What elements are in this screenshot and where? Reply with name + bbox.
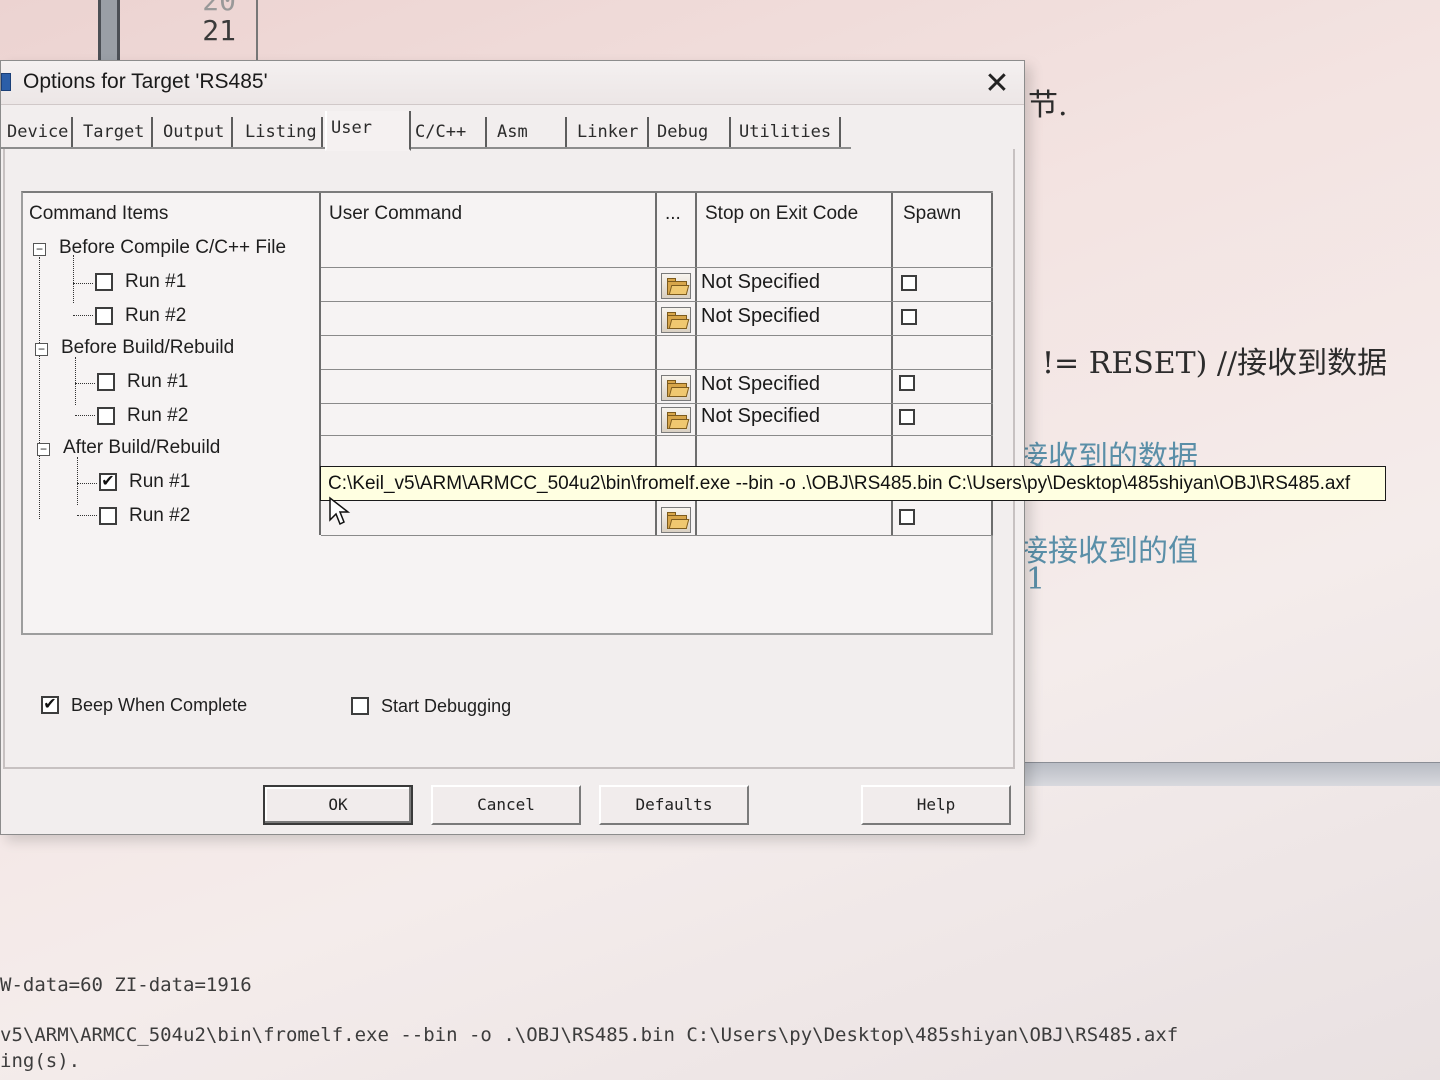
tab-debug[interactable]: Debug: [653, 117, 731, 147]
line-numbers: 20 21: [140, 0, 258, 60]
keil-app-icon: [1, 73, 11, 91]
browse-folder-button[interactable]: [661, 273, 691, 299]
run-checkbox[interactable]: [97, 407, 115, 425]
header-spawn: Spawn: [903, 203, 962, 224]
beep-label[interactable]: Beep When Complete: [71, 695, 247, 716]
code-line[interactable]: != RESET) //接收到数据: [1042, 338, 1387, 382]
start-debugging-checkbox[interactable]: [351, 697, 369, 715]
run-label[interactable]: Run #2: [127, 405, 188, 427]
browse-folder-button[interactable]: [661, 375, 691, 401]
code-line[interactable]: 1: [1026, 562, 1045, 597]
tree-connector: [75, 383, 95, 384]
tree-connector: [77, 515, 97, 516]
tab-user[interactable]: User: [325, 111, 411, 151]
editor-splitter[interactable]: [1010, 762, 1440, 786]
spawn-checkbox[interactable]: [899, 409, 915, 425]
command-grid: Command Items User Command ... Stop on E…: [21, 191, 993, 635]
ok-button[interactable]: OK: [263, 785, 413, 825]
spawn-checkbox[interactable]: [899, 375, 915, 391]
spawn-checkbox[interactable]: [901, 275, 917, 291]
header-stop-on-exit: Stop on Exit Code: [705, 203, 859, 224]
mouse-pointer-icon: [329, 496, 351, 526]
line-number: 21: [202, 14, 236, 47]
header-user-command: User Command: [329, 203, 463, 224]
tab-target[interactable]: Target: [79, 117, 153, 147]
collapse-toggle-icon[interactable]: −: [33, 243, 46, 256]
grid-row-line: [321, 369, 993, 370]
header-browse: ...: [665, 203, 681, 224]
run-label[interactable]: Run #1: [127, 371, 188, 393]
browse-folder-button[interactable]: [661, 407, 691, 433]
tab-cpp[interactable]: C/C++: [411, 117, 487, 147]
exit-code-value[interactable]: Not Specified: [701, 373, 820, 396]
tab-linker[interactable]: Linker: [573, 117, 649, 147]
group-before-compile[interactable]: Before Compile C/C++ File: [59, 237, 286, 259]
run-label[interactable]: Run #2: [129, 505, 190, 527]
tree-connector: [77, 483, 97, 484]
close-button[interactable]: ✕: [980, 67, 1014, 101]
tab-strip: Device Target Output Listing User C/C++ …: [1, 111, 851, 151]
collapse-toggle-icon[interactable]: −: [35, 343, 48, 356]
close-icon: ✕: [984, 67, 1010, 100]
help-button[interactable]: Help: [861, 785, 1011, 825]
tree-connector: [73, 283, 93, 284]
build-output-line: ing(s).: [0, 1050, 81, 1072]
editor-gutter: [98, 0, 120, 60]
tree-connector: [77, 457, 78, 505]
spawn-checkbox[interactable]: [899, 509, 915, 525]
group-after-build[interactable]: After Build/Rebuild: [63, 437, 220, 459]
dialog-title-bar[interactable]: Options for Target 'RS485' ✕: [1, 61, 1024, 105]
tree-connector: [73, 315, 93, 316]
build-output-line: W-data=60 ZI-data=1916: [0, 974, 252, 996]
spawn-checkbox[interactable]: [901, 309, 917, 325]
tab-asm[interactable]: Asm: [493, 117, 567, 147]
grid-row-line: [321, 335, 993, 336]
run-label[interactable]: Run #1: [129, 471, 190, 493]
exit-code-value[interactable]: Not Specified: [701, 405, 820, 428]
cancel-button[interactable]: Cancel: [431, 785, 581, 825]
grid-row-line: [321, 535, 993, 536]
tab-listing[interactable]: Listing: [241, 117, 323, 147]
tab-output[interactable]: Output: [159, 117, 233, 147]
grid-row-line: [321, 301, 993, 302]
grid-row-line: [321, 403, 993, 404]
tree-connector: [73, 255, 74, 303]
exit-code-value[interactable]: Not Specified: [701, 305, 820, 328]
run-label[interactable]: Run #2: [125, 305, 186, 327]
options-dialog: Options for Target 'RS485' ✕ Device Targ…: [0, 60, 1025, 835]
grid-row-line: [321, 267, 993, 268]
run-checkbox[interactable]: [95, 273, 113, 291]
build-output-line: v5\ARM\ARMCC_504u2\bin\fromelf.exe --bin…: [0, 1024, 1179, 1046]
tab-device[interactable]: Device: [3, 117, 73, 147]
collapse-toggle-icon[interactable]: −: [37, 443, 50, 456]
command-tooltip: C:\Keil_v5\ARM\ARMCC_504u2\bin\fromelf.e…: [320, 466, 1386, 501]
build-output-panel[interactable]: W-data=60 ZI-data=1916 v5\ARM\ARMCC_504u…: [0, 960, 1440, 1080]
group-before-build[interactable]: Before Build/Rebuild: [61, 337, 234, 359]
run-checkbox[interactable]: [97, 373, 115, 391]
run-checkbox[interactable]: [95, 307, 113, 325]
defaults-button[interactable]: Defaults: [599, 785, 749, 825]
run-checkbox-checked[interactable]: ✔: [99, 473, 117, 491]
dialog-title: Options for Target 'RS485': [23, 70, 268, 93]
beep-checkbox[interactable]: ✔: [41, 696, 59, 714]
tab-utilities[interactable]: Utilities: [735, 117, 841, 147]
header-command-items: Command Items: [29, 203, 169, 224]
tree-connector: [39, 257, 40, 519]
tree-connector: [75, 357, 76, 405]
exit-code-value[interactable]: Not Specified: [701, 271, 820, 294]
run-checkbox[interactable]: [99, 507, 117, 525]
tree-connector: [75, 415, 95, 416]
start-debugging-label[interactable]: Start Debugging: [381, 696, 511, 717]
browse-folder-button[interactable]: [661, 307, 691, 333]
browse-folder-button[interactable]: [661, 507, 691, 533]
run-label[interactable]: Run #1: [125, 271, 186, 293]
grid-row-line: [321, 435, 993, 436]
code-line[interactable]: 节.: [1028, 80, 1068, 124]
